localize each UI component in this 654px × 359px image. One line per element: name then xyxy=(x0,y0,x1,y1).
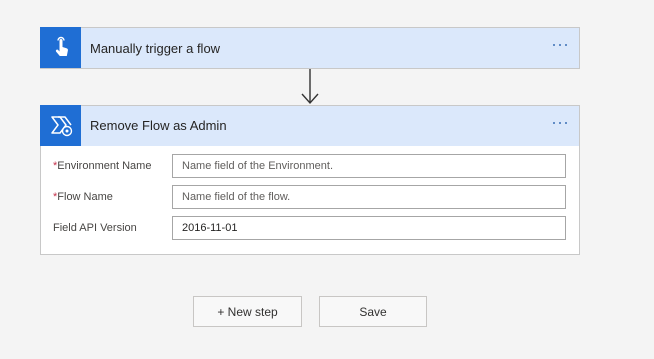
dot-icon xyxy=(553,44,555,46)
dot-icon xyxy=(559,44,561,46)
new-step-button[interactable]: + New step xyxy=(193,296,302,327)
power-automate-admin-icon xyxy=(40,104,81,146)
api-version-row: Field API Version xyxy=(53,216,567,240)
action-title: Remove Flow as Admin xyxy=(90,118,227,133)
dot-icon xyxy=(559,122,561,124)
dot-icon xyxy=(565,44,567,46)
action-more-options-button[interactable] xyxy=(551,118,569,128)
trigger-card-header[interactable]: Manually trigger a flow xyxy=(40,27,579,68)
flow-designer-canvas: Manually trigger a flow Remove Flow as A… xyxy=(0,0,654,359)
touch-hand-icon xyxy=(40,27,81,68)
api-version-input[interactable] xyxy=(172,216,566,240)
flow-name-input[interactable] xyxy=(172,185,566,209)
action-card: Remove Flow as Admin *Environment Name *… xyxy=(40,104,580,255)
connector-arrow-icon xyxy=(301,69,319,105)
flow-name-label-text: Flow Name xyxy=(57,191,113,203)
environment-name-input[interactable] xyxy=(172,154,566,178)
environment-name-label-text: Environment Name xyxy=(57,160,152,172)
dot-icon xyxy=(565,122,567,124)
flow-name-row: *Flow Name xyxy=(53,185,567,209)
trigger-card[interactable]: Manually trigger a flow xyxy=(40,27,580,69)
environment-name-label: *Environment Name xyxy=(53,160,172,172)
action-card-header[interactable]: Remove Flow as Admin xyxy=(40,104,579,146)
environment-name-row: *Environment Name xyxy=(53,154,567,178)
dot-icon xyxy=(553,122,555,124)
api-version-label-text: Field API Version xyxy=(53,222,137,234)
flow-name-label: *Flow Name xyxy=(53,191,172,203)
api-version-label: Field API Version xyxy=(53,222,172,234)
trigger-title: Manually trigger a flow xyxy=(90,40,221,56)
save-button[interactable]: Save xyxy=(319,296,427,327)
trigger-more-options-button[interactable] xyxy=(551,40,569,50)
